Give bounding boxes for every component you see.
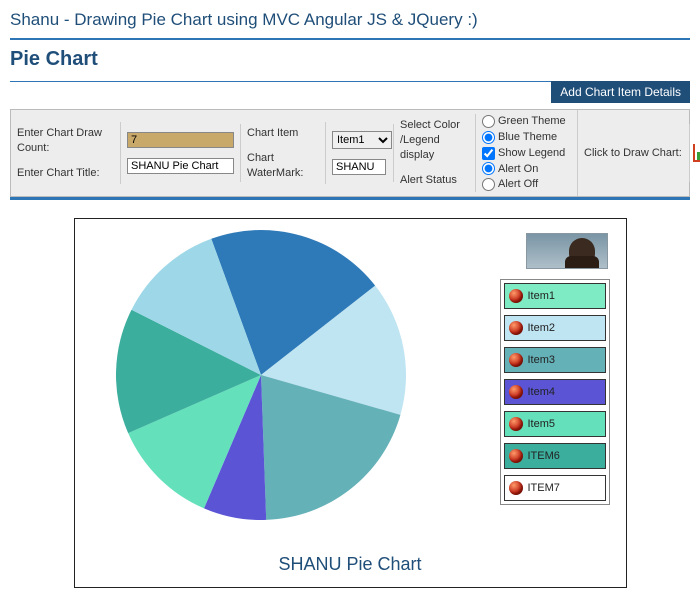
legend-label: Item5	[528, 418, 556, 430]
legend-item[interactable]: Item5	[504, 411, 606, 437]
avatar	[526, 233, 608, 269]
legend-label: Item3	[528, 354, 556, 366]
blue-theme-radio[interactable]: Blue Theme	[482, 130, 571, 145]
green-theme-label: Green Theme	[498, 114, 566, 129]
legend-item[interactable]: ITEM7	[504, 475, 606, 501]
legend-dot-icon	[509, 385, 523, 399]
legend-dot-icon	[509, 481, 523, 495]
green-theme-radio[interactable]: Green Theme	[482, 114, 571, 129]
chart-legend: Item1 Item2 Item3 Item4 Item5 ITEM6 ITEM7	[500, 279, 610, 505]
alert-on-radio[interactable]: Alert On	[482, 162, 571, 177]
color-legend-label: Select Color /Legend display	[400, 118, 469, 163]
bar-chart-icon	[693, 144, 700, 162]
chart-title-input[interactable]	[127, 158, 234, 174]
labels-col5: Select Color /Legend display Alert Statu…	[394, 114, 476, 191]
pie-svg	[91, 225, 431, 525]
legend-item[interactable]: Item3	[504, 347, 606, 373]
divider-top	[10, 38, 690, 40]
inputs-col2	[121, 124, 241, 182]
legend-item[interactable]: Item1	[504, 283, 606, 309]
legend-item[interactable]: Item4	[504, 379, 606, 405]
draw-count-label: Enter Chart Draw Count:	[17, 126, 114, 156]
legend-dot-icon	[509, 417, 523, 431]
legend-dot-icon	[509, 321, 523, 335]
add-chart-item-button[interactable]: Add Chart Item Details	[551, 81, 690, 103]
chart-title-label: Enter Chart Title:	[17, 166, 114, 181]
draw-chart-label: Click to Draw Chart:	[584, 146, 683, 161]
alert-off-label: Alert Off	[498, 177, 538, 192]
legend-item[interactable]: ITEM6	[504, 443, 606, 469]
legend-dot-icon	[509, 289, 523, 303]
legend-dot-icon	[509, 449, 523, 463]
options-col6: Green Theme Blue Theme Show Legend Alert…	[476, 110, 578, 196]
pie-chart	[91, 225, 431, 550]
page-title: Shanu - Drawing Pie Chart using MVC Angu…	[10, 10, 690, 30]
alert-on-label: Alert On	[498, 162, 538, 177]
chart-area: SHANU SHANU Pie Chart Item1Item2Item3Ite…	[74, 218, 627, 588]
alert-status-label: Alert Status	[400, 173, 469, 188]
alert-off-radio[interactable]: Alert Off	[482, 177, 571, 192]
legend-label: Item1	[528, 290, 556, 302]
divider-controls-bottom	[10, 197, 690, 200]
labels-col1: Enter Chart Draw Count: Enter Chart Titl…	[11, 122, 121, 185]
legend-dot-icon	[509, 353, 523, 367]
chart-item-label: Chart Item	[247, 126, 319, 141]
show-legend-label: Show Legend	[498, 146, 565, 161]
inputs-col4: Item1	[326, 124, 394, 182]
chart-title: SHANU Pie Chart	[83, 554, 618, 575]
draw-chart-button[interactable]	[690, 124, 700, 182]
legend-label: Item4	[528, 386, 556, 398]
watermark-label: Chart WaterMark:	[247, 151, 319, 181]
legend-label: ITEM7	[528, 482, 560, 494]
controls-panel: Enter Chart Draw Count: Enter Chart Titl…	[10, 109, 690, 197]
draw-count-input[interactable]	[127, 132, 234, 148]
draw-label-cell: Click to Draw Chart:	[578, 124, 690, 182]
watermark-input[interactable]	[332, 159, 386, 175]
labels-col3: Chart Item Chart WaterMark:	[241, 122, 326, 185]
chart-item-select[interactable]: Item1	[332, 131, 392, 149]
legend-label: Item2	[528, 322, 556, 334]
blue-theme-label: Blue Theme	[498, 130, 557, 145]
section-title: Pie Chart	[10, 48, 690, 71]
show-legend-checkbox[interactable]: Show Legend	[482, 146, 571, 161]
legend-label: ITEM6	[528, 450, 560, 462]
legend-item[interactable]: Item2	[504, 315, 606, 341]
